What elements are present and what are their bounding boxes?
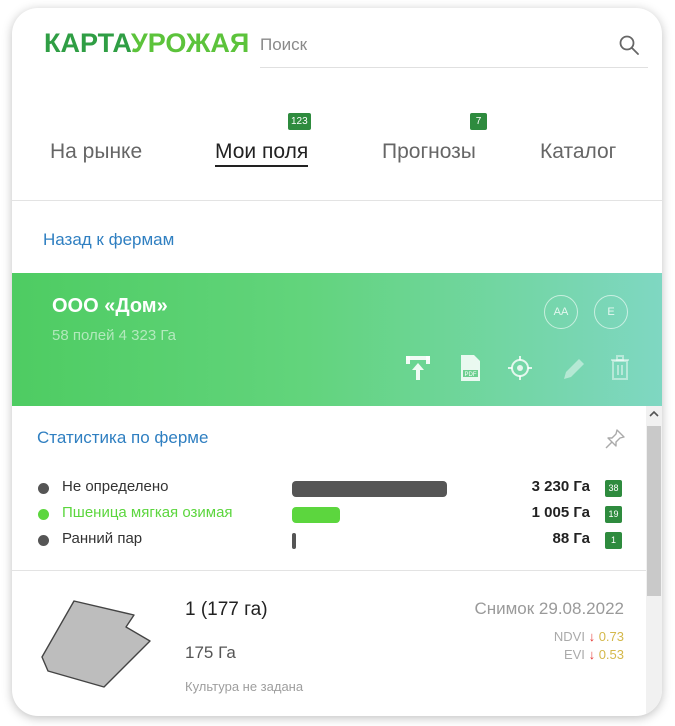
search-input[interactable] <box>260 30 590 60</box>
farm-name: ООО «Дом» <box>52 295 168 317</box>
stat-row: Не определено 3 230 Га 38 <box>38 478 628 500</box>
scrollbar-thumb[interactable] <box>647 426 661 596</box>
farm-stats: Статистика по ферме Не определено 3 230 … <box>12 406 662 571</box>
stat-row: Ранний пар 88 Га 1 <box>38 530 628 552</box>
tab-forecasts[interactable]: Прогнозы <box>382 140 476 164</box>
edit-icon[interactable] <box>560 353 588 383</box>
app-frame: КАРТАУРОЖАЯ На рынке 123 Мои поля 7 Прог… <box>12 8 662 716</box>
stat-label: Ранний пар <box>62 530 143 547</box>
ndvi-value: 0.73 <box>598 629 624 644</box>
back-to-farms-link[interactable]: Назад к фермам <box>43 230 174 250</box>
trash-icon[interactable] <box>606 353 634 383</box>
stat-count-badge: 1 <box>605 532 622 549</box>
tab-catalog-label: Каталог <box>540 140 617 163</box>
stat-count-badge: 38 <box>605 480 622 497</box>
tab-my-fields[interactable]: Мои поля <box>215 140 309 167</box>
search-box <box>260 22 648 68</box>
snapshot-date: Снимок 29.08.2022 <box>474 599 624 618</box>
stat-label: Не определено <box>62 478 169 495</box>
tab-forecasts-label: Прогнозы <box>382 140 476 163</box>
header-divider <box>12 200 662 201</box>
arrow-down-icon: ↓ <box>588 647 596 662</box>
search-icon[interactable] <box>618 34 640 56</box>
tabs: На рынке 123 Мои поля 7 Прогнозы Каталог <box>12 108 662 178</box>
locate-icon[interactable] <box>506 353 534 383</box>
evi-index: EVI ↓ 0.53 <box>564 647 624 662</box>
stat-bar <box>292 481 447 497</box>
stat-bar <box>292 533 296 549</box>
arrow-down-icon: ↓ <box>588 629 596 644</box>
tab-my-fields-badge: 123 <box>288 113 311 130</box>
field-area: 175 Га <box>185 643 236 662</box>
tab-market-label: На рынке <box>50 140 143 163</box>
stat-value: 3 230 Га <box>531 478 590 495</box>
stat-label: Пшеница мягкая озимая <box>62 504 233 521</box>
pin-icon[interactable] <box>604 428 626 450</box>
field-crop: Культура не задана <box>185 679 304 694</box>
tab-market[interactable]: На рынке <box>50 140 142 164</box>
pdf-icon[interactable]: PDF <box>456 353 484 383</box>
farm-stats-title[interactable]: Статистика по ферме <box>37 428 208 448</box>
stat-dot <box>38 483 49 494</box>
logo-part-1: КАРТА <box>44 28 131 58</box>
chevron-up-icon[interactable] <box>646 406 662 422</box>
header: КАРТАУРОЖАЯ На рынке 123 Мои поля 7 Прог… <box>12 8 662 198</box>
stat-row: Пшеница мягкая озимая 1 005 Га 19 <box>38 504 628 526</box>
field-shape-thumbnail <box>41 600 151 688</box>
tab-my-fields-label: Мои поля <box>215 140 309 163</box>
evi-label: EVI <box>563 647 585 662</box>
tab-catalog[interactable]: Каталог <box>540 140 616 164</box>
logo[interactable]: КАРТАУРОЖАЯ <box>44 28 249 59</box>
avatar[interactable]: АА <box>544 295 578 329</box>
avatar[interactable]: Е <box>594 295 628 329</box>
logo-part-2: УРОЖАЯ <box>130 28 250 58</box>
stat-dot <box>38 535 49 546</box>
stat-value: 88 Га <box>552 530 591 547</box>
field-title: 1 (177 га) <box>185 599 268 620</box>
stat-dot <box>38 509 49 520</box>
tab-forecasts-badge: 7 <box>470 113 487 130</box>
ndvi-index: NDVI ↓ 0.73 <box>554 629 624 644</box>
stat-bar <box>292 507 340 523</box>
field-list-item[interactable]: 1 (177 га) 175 Га Культура не задана Сни… <box>12 571 646 716</box>
upload-icon[interactable] <box>404 353 432 383</box>
evi-value: 0.53 <box>598 647 624 662</box>
farm-card: ООО «Дом» 58 полей 4 323 Га АА Е PDF <box>12 273 662 406</box>
ndvi-label: NDVI <box>553 629 585 644</box>
farm-meta: 58 полей 4 323 Га <box>52 327 176 344</box>
stat-count-badge: 19 <box>605 506 622 523</box>
stat-value: 1 005 Га <box>531 504 590 521</box>
svg-text:PDF: PDF <box>465 372 477 378</box>
